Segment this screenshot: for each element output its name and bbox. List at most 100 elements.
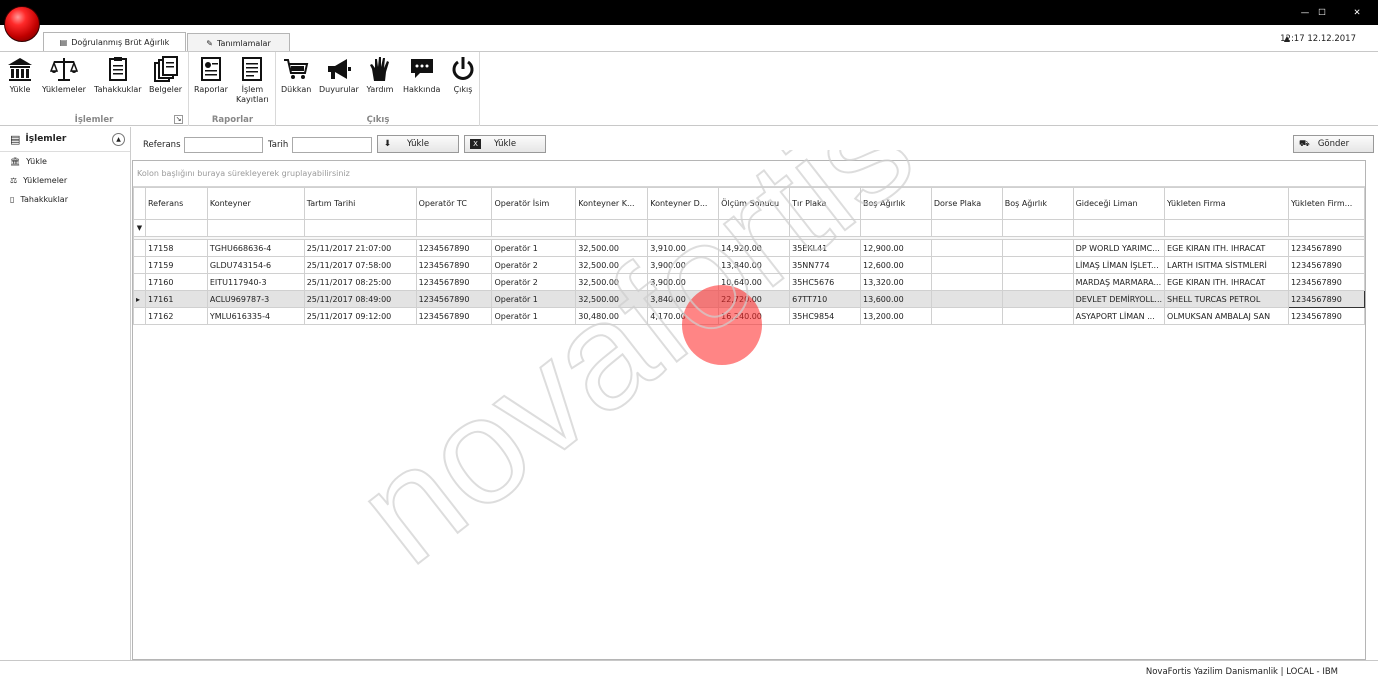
table-cell[interactable]: 1234567890 xyxy=(415,239,493,257)
table-cell[interactable]: LARTH ISITMA SİSTMLERİ xyxy=(1164,256,1289,274)
table-cell[interactable] xyxy=(930,307,1003,325)
column-header[interactable]: Konteyner D... xyxy=(647,187,720,220)
group-panel[interactable]: Kolon başlığını buraya sürekleyerek grup… xyxy=(133,161,1365,187)
tab-dogrulanmis-brut-agirlik[interactable]: ▤ Doğrulanmış Brüt Ağırlık xyxy=(43,32,186,52)
table-cell[interactable]: 16,240.00 xyxy=(718,307,791,325)
filter-cell[interactable] xyxy=(206,219,305,237)
table-cell[interactable] xyxy=(930,273,1003,291)
filter-cell[interactable] xyxy=(1072,219,1166,237)
column-header[interactable]: Boş Ağırlık xyxy=(859,187,932,220)
table-cell[interactable]: 3,900.00 xyxy=(647,256,720,274)
column-header[interactable]: Referans xyxy=(144,187,208,220)
table-cell[interactable]: 32,500.00 xyxy=(575,256,649,274)
table-cell[interactable] xyxy=(1001,307,1074,325)
yukle-filter-button[interactable]: ⬇ Yükle xyxy=(377,135,459,153)
belgeler-button[interactable]: Belgeler xyxy=(149,55,182,95)
table-cell[interactable]: 1234567890 xyxy=(1287,290,1366,308)
duyurular-button[interactable]: Duyurular xyxy=(319,55,359,95)
maximize-button[interactable]: ☐ xyxy=(1305,0,1339,25)
filter-cell[interactable] xyxy=(303,219,417,237)
filter-cell[interactable] xyxy=(491,219,577,237)
table-cell[interactable] xyxy=(930,256,1003,274)
column-header[interactable]: Konteyner K... xyxy=(575,187,649,220)
table-cell[interactable] xyxy=(1001,290,1074,308)
table-cell[interactable]: 13,200.00 xyxy=(859,307,932,325)
table-cell[interactable]: 14,920.00 xyxy=(718,239,791,257)
table-cell[interactable]: 17159 xyxy=(144,256,208,274)
table-cell[interactable]: 25/11/2017 08:25:00 xyxy=(303,273,417,291)
table-cell[interactable]: EGE KIRAN ITH. IHRACAT xyxy=(1164,239,1289,257)
table-cell[interactable]: 22,720.00 xyxy=(718,290,791,308)
table-cell[interactable]: Operatör 1 xyxy=(491,290,577,308)
dialog-launcher-icon[interactable]: ↘ xyxy=(174,115,183,124)
table-cell[interactable]: 10,640.00 xyxy=(718,273,791,291)
table-cell[interactable]: EITU117940-3 xyxy=(206,273,305,291)
table-cell[interactable]: ASYAPORT LİMAN ... xyxy=(1072,307,1166,325)
table-row[interactable]: 17162 YMLU616335-4 25/11/2017 09:12:00 1234… xyxy=(133,307,1366,325)
table-cell[interactable]: 1234567890 xyxy=(415,256,493,274)
tarih-input[interactable] xyxy=(292,137,372,153)
table-cell[interactable]: TGHU668636-4 xyxy=(206,239,305,257)
row-indicator[interactable]: ▸ xyxy=(133,290,146,308)
column-header[interactable]: Boş Ağırlık xyxy=(1001,187,1074,220)
table-cell[interactable]: 13,600.00 xyxy=(859,290,932,308)
gonder-button[interactable]: ⛟ Gönder xyxy=(1293,135,1374,153)
table-cell[interactable]: 12,600.00 xyxy=(859,256,932,274)
table-cell[interactable]: 1234567890 xyxy=(1287,239,1366,257)
row-indicator[interactable] xyxy=(133,307,146,325)
filter-cell[interactable] xyxy=(930,219,1003,237)
table-cell[interactable]: Operatör 1 xyxy=(491,307,577,325)
collapse-icon[interactable]: ▲ xyxy=(112,133,125,146)
islem-kayitlari-button[interactable]: İşlem Kayıtları xyxy=(236,55,269,105)
table-cell[interactable]: MARDAŞ MARMARA... xyxy=(1072,273,1166,291)
column-header[interactable]: Gideceği Liman xyxy=(1072,187,1166,220)
filter-cell[interactable] xyxy=(415,219,493,237)
table-cell[interactable]: EGE KIRAN ITH. IHRACAT xyxy=(1164,273,1289,291)
column-header[interactable]: Konteyner xyxy=(206,187,305,220)
table-cell[interactable] xyxy=(930,290,1003,308)
yuklemeler-button[interactable]: Yüklemeler xyxy=(42,55,86,95)
table-cell[interactable]: 17160 xyxy=(144,273,208,291)
table-row[interactable]: ▸ 17161 ACLU969787-3 25/11/2017 08:49:00 123… xyxy=(133,290,1366,308)
table-cell[interactable]: 35NN774 xyxy=(789,256,861,274)
table-cell[interactable]: 1234567890 xyxy=(1287,273,1366,291)
table-cell[interactable]: DP WORLD YARIMC... xyxy=(1072,239,1166,257)
table-cell[interactable] xyxy=(930,239,1003,257)
table-cell[interactable]: Operatör 2 xyxy=(491,273,577,291)
column-header[interactable]: Tartım Tarihi xyxy=(303,187,417,220)
filter-cell[interactable] xyxy=(1001,219,1074,237)
table-cell[interactable] xyxy=(1001,273,1074,291)
row-indicator[interactable] xyxy=(133,273,146,291)
row-indicator[interactable] xyxy=(133,239,146,257)
table-cell[interactable]: Operatör 1 xyxy=(491,239,577,257)
table-cell[interactable]: 1234567890 xyxy=(1287,307,1366,325)
table-cell[interactable]: 32,500.00 xyxy=(575,273,649,291)
table-cell[interactable]: 1234567890 xyxy=(415,290,493,308)
table-cell[interactable]: 17158 xyxy=(144,239,208,257)
table-cell[interactable]: Operatör 2 xyxy=(491,256,577,274)
table-cell[interactable]: 13,840.00 xyxy=(718,256,791,274)
table-cell[interactable]: 13,320.00 xyxy=(859,273,932,291)
hakkinda-button[interactable]: Hakkında xyxy=(403,55,440,95)
close-button[interactable]: ✕ xyxy=(1340,0,1374,25)
table-cell[interactable]: 32,500.00 xyxy=(575,290,649,308)
table-cell[interactable]: 35HC5676 xyxy=(789,273,861,291)
column-header[interactable]: Operatör İsim xyxy=(491,187,577,220)
table-cell[interactable]: 35EKL41 xyxy=(789,239,861,257)
table-cell[interactable]: 4,170.00 xyxy=(647,307,720,325)
column-header[interactable]: Dorse Plaka xyxy=(930,187,1003,220)
column-header[interactable]: Ölçüm Sonucu xyxy=(718,187,791,220)
filter-cell[interactable] xyxy=(575,219,649,237)
filter-cell[interactable] xyxy=(859,219,932,237)
filter-cell[interactable] xyxy=(789,219,861,237)
table-cell[interactable]: 3,840.00 xyxy=(647,290,720,308)
excel-yukle-button[interactable]: X Yükle xyxy=(464,135,546,153)
table-cell[interactable]: 12,900.00 xyxy=(859,239,932,257)
raporlar-button[interactable]: Raporlar xyxy=(194,55,228,95)
column-header[interactable]: Operatör TC xyxy=(415,187,493,220)
yukle-button[interactable]: Yükle xyxy=(6,55,34,95)
yardim-button[interactable]: Yardım xyxy=(366,55,394,95)
filter-cell[interactable] xyxy=(144,219,208,237)
row-indicator[interactable] xyxy=(133,256,146,274)
table-cell[interactable]: 30,480.00 xyxy=(575,307,649,325)
